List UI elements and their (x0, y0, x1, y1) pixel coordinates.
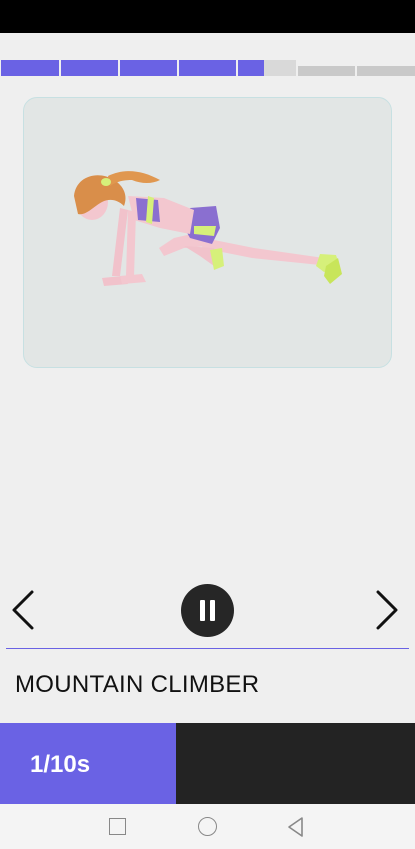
pause-button[interactable] (181, 584, 234, 637)
progress-segment-current-fill (238, 60, 264, 76)
recents-button[interactable] (109, 818, 126, 835)
pause-icon (200, 600, 205, 621)
woman-mountain-climber-illustration (74, 171, 342, 286)
chevron-left-icon (12, 590, 34, 630)
triangle-back-icon (288, 817, 303, 837)
progress-segment-complete (179, 60, 236, 76)
progress-segment-pending (357, 66, 415, 76)
chevron-right-icon (376, 590, 398, 630)
exercise-title: MOUNTAIN CLIMBER (15, 671, 260, 698)
timer-panel: 1/10s (0, 723, 176, 804)
progress-segment-current (238, 60, 296, 76)
progress-segment-complete (1, 60, 59, 76)
divider (6, 648, 409, 649)
pause-icon-bar (210, 600, 215, 621)
timer-text: 1/10s (30, 751, 91, 778)
next-exercise-button[interactable] (366, 588, 406, 632)
home-button[interactable] (198, 817, 217, 836)
progress-segment-complete (120, 60, 177, 76)
system-navigation-bar (0, 804, 415, 849)
bottom-dark-panel (176, 723, 415, 804)
progress-segment-complete (61, 60, 118, 76)
back-button[interactable] (286, 816, 306, 837)
status-bar (0, 0, 415, 33)
progress-segment-pending (298, 66, 355, 76)
workout-progress-bar (0, 60, 415, 76)
previous-exercise-button[interactable] (6, 588, 46, 632)
exercise-illustration-frame (23, 97, 392, 368)
